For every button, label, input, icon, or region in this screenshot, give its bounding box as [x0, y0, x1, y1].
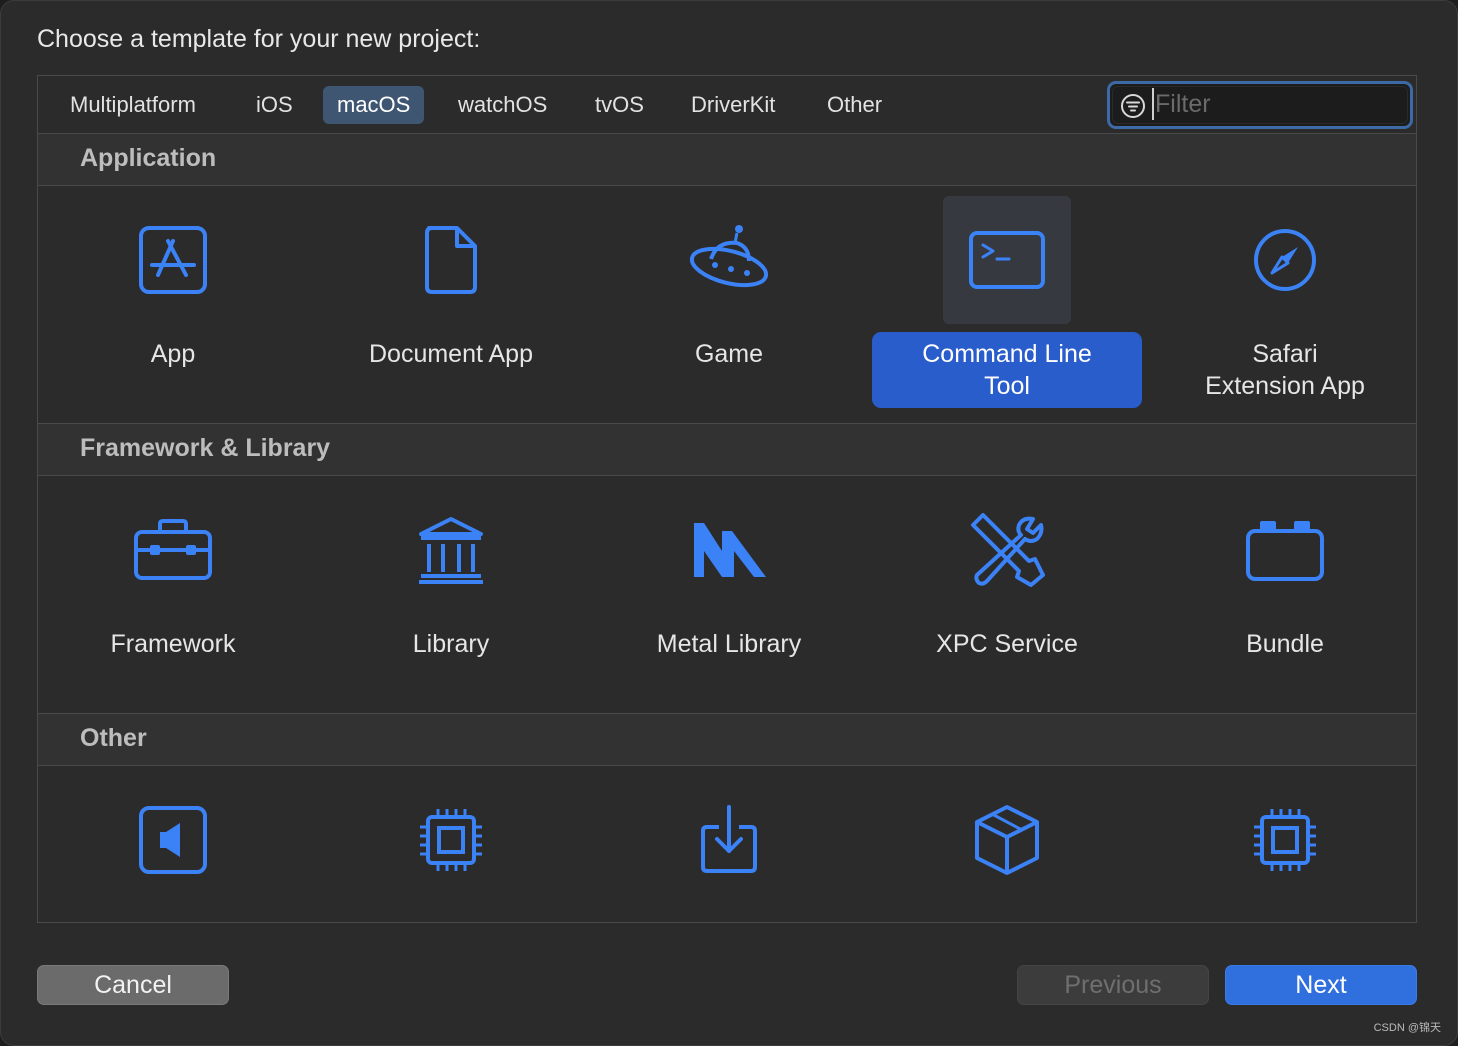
icon-tile — [387, 486, 515, 614]
chip-icon — [1254, 809, 1316, 871]
icon-tile — [1221, 196, 1349, 324]
library-building-icon — [419, 517, 483, 584]
icon-tile — [665, 486, 793, 614]
tab-other[interactable]: Other — [813, 86, 896, 124]
filter-field[interactable] — [1107, 81, 1413, 129]
new-project-dialog: Choose a template for your new project: … — [0, 0, 1458, 1046]
platform-tab-bar: Multiplatform iOS macOS watchOS tvOS Dri… — [38, 76, 1416, 134]
template-label: Framework — [110, 630, 236, 658]
template-label: Metal Library — [656, 630, 802, 658]
ufo-icon — [689, 225, 769, 288]
tab-tvos[interactable]: tvOS — [581, 86, 658, 124]
icon-tile — [387, 776, 515, 904]
template-label: App — [150, 340, 196, 368]
filter-input[interactable] — [1152, 88, 1402, 120]
icon-tile — [109, 776, 237, 904]
template-label: Bundle — [1246, 630, 1324, 658]
audio-unit-icon — [139, 806, 207, 874]
icon-tile — [943, 486, 1071, 614]
filter-icon — [1121, 94, 1145, 118]
document-icon — [425, 226, 477, 294]
compass-icon — [1254, 229, 1316, 291]
icon-tile — [943, 776, 1071, 904]
chip-icon — [420, 809, 482, 871]
installer-icon — [701, 805, 757, 873]
dialog-prompt: Choose a template for your new project: — [37, 25, 481, 53]
tab-driverkit[interactable]: DriverKit — [677, 86, 789, 124]
template-label: Library — [412, 630, 490, 658]
metal-icon — [694, 523, 766, 577]
previous-button[interactable]: Previous — [1017, 965, 1209, 1005]
section-title: Application — [80, 144, 217, 172]
icon-tile — [1221, 776, 1349, 904]
terminal-icon — [969, 231, 1045, 289]
bundle-icon — [1246, 521, 1324, 581]
icon-tile — [665, 776, 793, 904]
watermark: CSDN @锦天 — [1373, 1022, 1441, 1034]
icon-tile — [1221, 486, 1349, 614]
tab-ios[interactable]: iOS — [242, 86, 307, 124]
icon-tile — [665, 196, 793, 324]
icon-tile — [387, 196, 515, 324]
tab-watchos[interactable]: watchOS — [444, 86, 561, 124]
section-header-framework-library: Framework & Library — [38, 424, 1416, 476]
tools-icon — [971, 513, 1045, 587]
template-label: XPC Service — [936, 630, 1078, 658]
package-icon — [975, 805, 1039, 875]
icon-tile — [109, 196, 237, 324]
icon-tile — [109, 486, 237, 614]
toolbox-icon — [134, 519, 212, 580]
next-button[interactable]: Next — [1225, 965, 1417, 1005]
section-header-application: Application — [38, 134, 1416, 186]
section-title: Framework & Library — [80, 434, 331, 462]
section-framework-library: Framework Library Metal Library XPC Serv… — [38, 476, 1416, 714]
template-panel: Multiplatform iOS macOS watchOS tvOS Dri… — [37, 75, 1417, 923]
section-other — [38, 766, 1416, 922]
app-store-icon — [139, 226, 207, 294]
tab-multiplatform[interactable]: Multiplatform — [56, 86, 210, 124]
section-header-other: Other — [38, 714, 1416, 766]
template-label: Command Line Tool — [872, 332, 1142, 408]
template-label: Game — [694, 340, 764, 368]
template-label: Safari Extension App — [1205, 340, 1365, 400]
section-application: App Document App Game Command Line Tool … — [38, 186, 1416, 424]
tab-macos[interactable]: macOS — [323, 86, 425, 124]
icon-tile — [943, 196, 1071, 324]
template-label: Document App — [369, 340, 533, 368]
cancel-button[interactable]: Cancel — [37, 965, 229, 1005]
section-title: Other — [80, 724, 147, 752]
